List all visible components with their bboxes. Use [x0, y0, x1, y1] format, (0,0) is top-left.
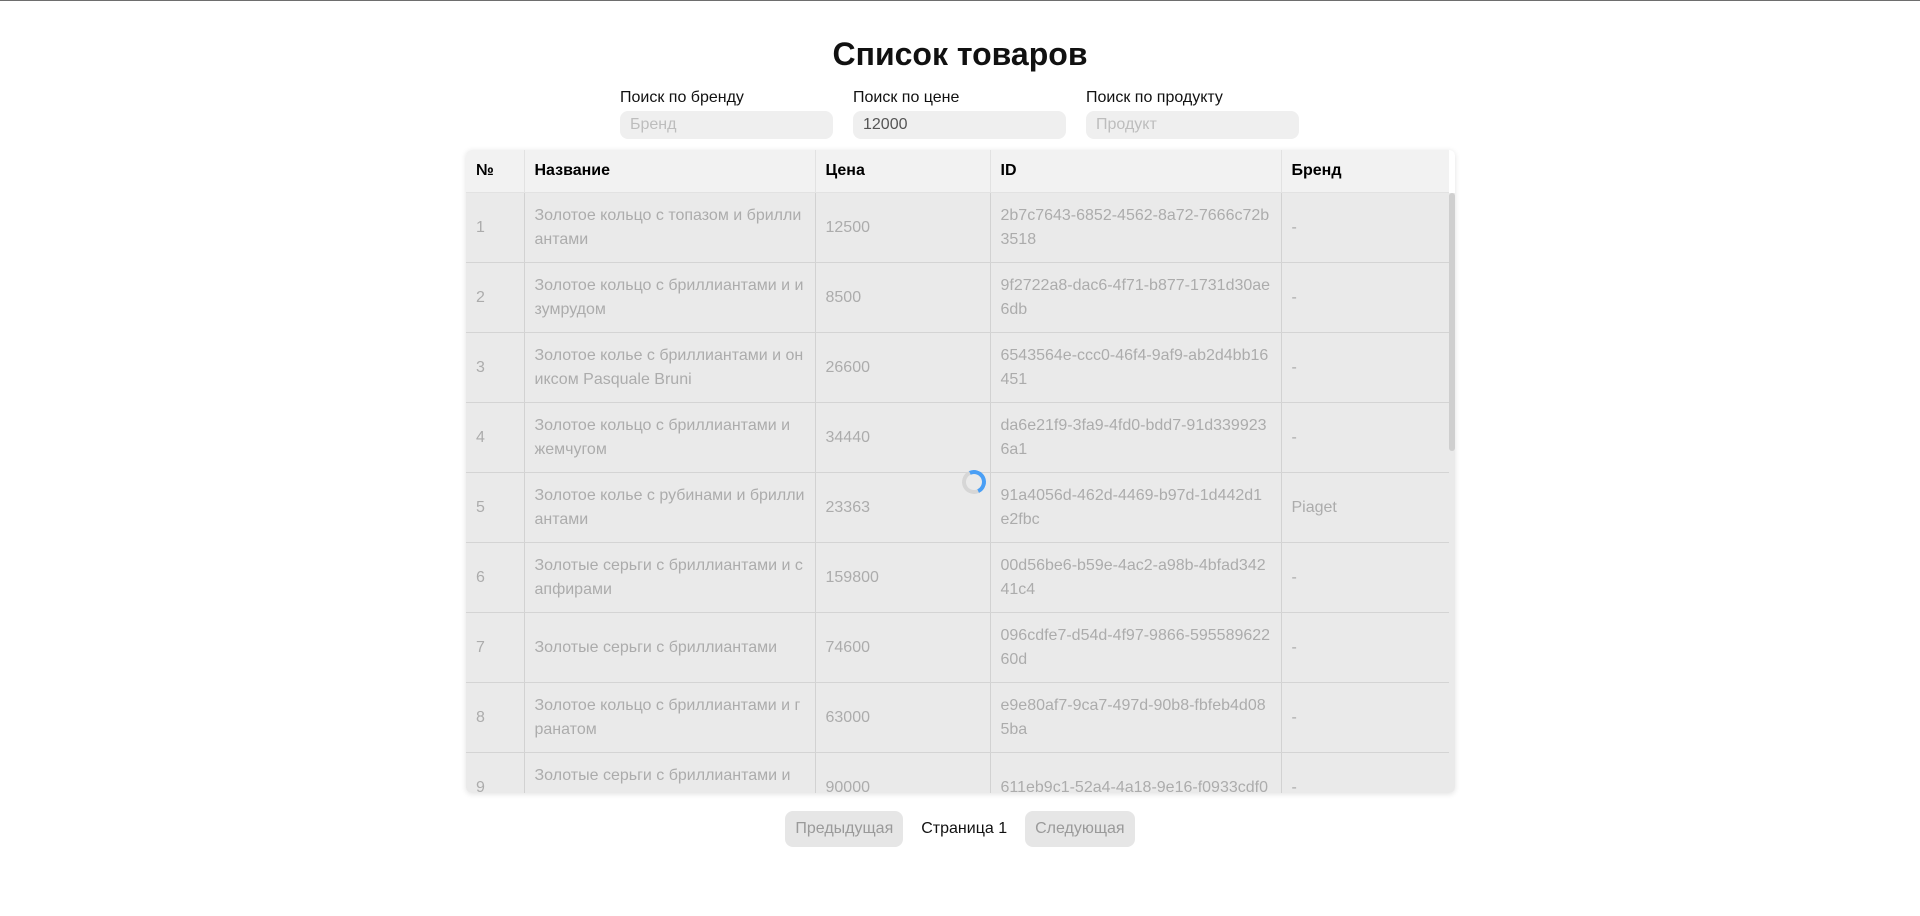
scrollbar-thumb[interactable]	[1449, 193, 1455, 451]
table-row: 3 Золотое колье с бриллиантами и ониксом…	[466, 332, 1449, 403]
cell-name: Золотое кольцо с бриллиантами и изумрудо…	[524, 262, 816, 333]
cell-id: 2b7c7643-6852-4562-8a72-7666c72b3518	[990, 192, 1282, 263]
products-table: № Название Цена ID Бренд 1 Золотое кольц…	[466, 150, 1449, 793]
cell-price: 8500	[815, 262, 991, 333]
product-filter-label: Поиск по продукту	[1086, 89, 1223, 106]
cell-brand: Piaget	[1281, 472, 1449, 543]
table-row: 2 Золотое кольцо с бриллиантами и изумру…	[466, 262, 1449, 333]
price-filter-label: Поиск по цене	[853, 89, 960, 106]
cell-id: 096cdfe7-d54d-4f97-9866-59558962260d	[990, 612, 1282, 683]
table-row: 9 Золотые серьги с бриллиантами и А 9000…	[466, 752, 1449, 793]
header-price: Цена	[815, 150, 991, 193]
filter-bar: Поиск по бренду Поиск по цене Поиск по п…	[620, 88, 1299, 139]
cell-name: Золотое кольцо с бриллиантами и жемчугом	[524, 402, 816, 473]
header-id: ID	[990, 150, 1282, 193]
pagination: Предыдущая Страница 1 Следующая	[0, 811, 1920, 847]
page-title: Список товаров	[832, 36, 1088, 72]
cell-id: 91a4056d-462d-4469-b97d-1d442d1e2fbc	[990, 472, 1282, 543]
table-row: 4 Золотое кольцо с бриллиантами и жемчуг…	[466, 402, 1449, 473]
cell-num: 4	[466, 402, 525, 473]
cell-id: 00d56be6-b59e-4ac2-a98b-4bfad34241c4	[990, 542, 1282, 613]
cell-price: 74600	[815, 612, 991, 683]
header-name: Название	[524, 150, 816, 193]
cell-id: 6543564e-ccc0-46f4-9af9-ab2d4bb16451	[990, 332, 1282, 403]
cell-num: 5	[466, 472, 525, 543]
cell-num: 2	[466, 262, 525, 333]
cell-id: 9f2722a8-dac6-4f71-b877-1731d30ae6db	[990, 262, 1282, 333]
cell-price: 34440	[815, 402, 991, 473]
price-search-input[interactable]	[853, 111, 1066, 139]
brand-search-input[interactable]	[620, 111, 833, 139]
cell-brand: -	[1281, 262, 1449, 333]
table-row: 7 Золотые серьги с бриллиантами 74600 09…	[466, 612, 1449, 683]
header-brand: Бренд	[1281, 150, 1449, 193]
cell-brand: -	[1281, 752, 1449, 793]
cell-id: 611eb9c1-52a4-4a18-9e16-f0933cdf0	[990, 752, 1282, 793]
cell-price: 63000	[815, 682, 991, 753]
cell-price: 26600	[815, 332, 991, 403]
cell-name: Золотые серьги с бриллиантами и сапфирам…	[524, 542, 816, 613]
cell-brand: -	[1281, 332, 1449, 403]
cell-name: Золотое кольцо с бриллиантами и гранатом	[524, 682, 816, 753]
cell-brand: -	[1281, 402, 1449, 473]
cell-brand: -	[1281, 682, 1449, 753]
cell-num: 8	[466, 682, 525, 753]
table-row: 6 Золотые серьги с бриллиантами и сапфир…	[466, 542, 1449, 613]
table-row: 1 Золотое кольцо с топазом и бриллиантам…	[466, 192, 1449, 263]
cell-name: Золотые серьги с бриллиантами и А	[524, 752, 816, 793]
cell-brand: -	[1281, 612, 1449, 683]
cell-num: 6	[466, 542, 525, 613]
top-border	[0, 0, 1920, 1]
header-num: №	[466, 150, 525, 193]
previous-page-button[interactable]: Предыдущая	[785, 811, 904, 847]
product-search-input[interactable]	[1086, 111, 1299, 139]
cell-brand: -	[1281, 192, 1449, 263]
table-row: 5 Золотое колье с рубинами и бриллиантам…	[466, 472, 1449, 543]
brand-filter: Поиск по бренду	[620, 88, 833, 139]
cell-name: Золотое колье с бриллиантами и ониксом P…	[524, 332, 816, 403]
cell-num: 9	[466, 752, 525, 793]
table-row: 8 Золотое кольцо с бриллиантами и гранат…	[466, 682, 1449, 753]
products-table-container[interactable]: № Название Цена ID Бренд 1 Золотое кольц…	[466, 150, 1455, 793]
price-filter: Поиск по цене	[853, 88, 1066, 139]
cell-price: 159800	[815, 542, 991, 613]
cell-num: 1	[466, 192, 525, 263]
cell-name: Золотое колье с рубинами и бриллиантами	[524, 472, 816, 543]
cell-name: Золотые серьги с бриллиантами	[524, 612, 816, 683]
cell-id: e9e80af7-9ca7-497d-90b8-fbfeb4d085ba	[990, 682, 1282, 753]
table-header-row: № Название Цена ID Бренд	[466, 150, 1449, 193]
next-page-button[interactable]: Следующая	[1025, 811, 1135, 847]
cell-id: da6e21f9-3fa9-4fd0-bdd7-91d3399236a1	[990, 402, 1282, 473]
cell-num: 3	[466, 332, 525, 403]
current-page-label: Страница 1	[921, 820, 1008, 837]
cell-name: Золотое кольцо с топазом и бриллиантами	[524, 192, 816, 263]
brand-filter-label: Поиск по бренду	[620, 89, 744, 106]
cell-num: 7	[466, 612, 525, 683]
cell-price: 90000	[815, 752, 991, 793]
product-filter: Поиск по продукту	[1086, 88, 1299, 139]
cell-price: 12500	[815, 192, 991, 263]
cell-brand: -	[1281, 542, 1449, 613]
